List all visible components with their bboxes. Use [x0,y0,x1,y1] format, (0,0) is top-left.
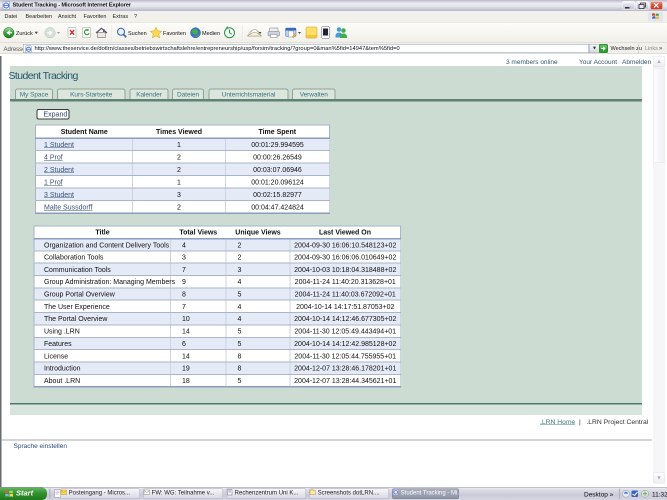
svg-text:Suchen: Suchen [128,31,147,37]
svg-text:Zurück: Zurück [16,31,33,37]
svg-text:Favoriten: Favoriten [163,31,186,37]
svg-text:Medien: Medien [202,31,220,37]
